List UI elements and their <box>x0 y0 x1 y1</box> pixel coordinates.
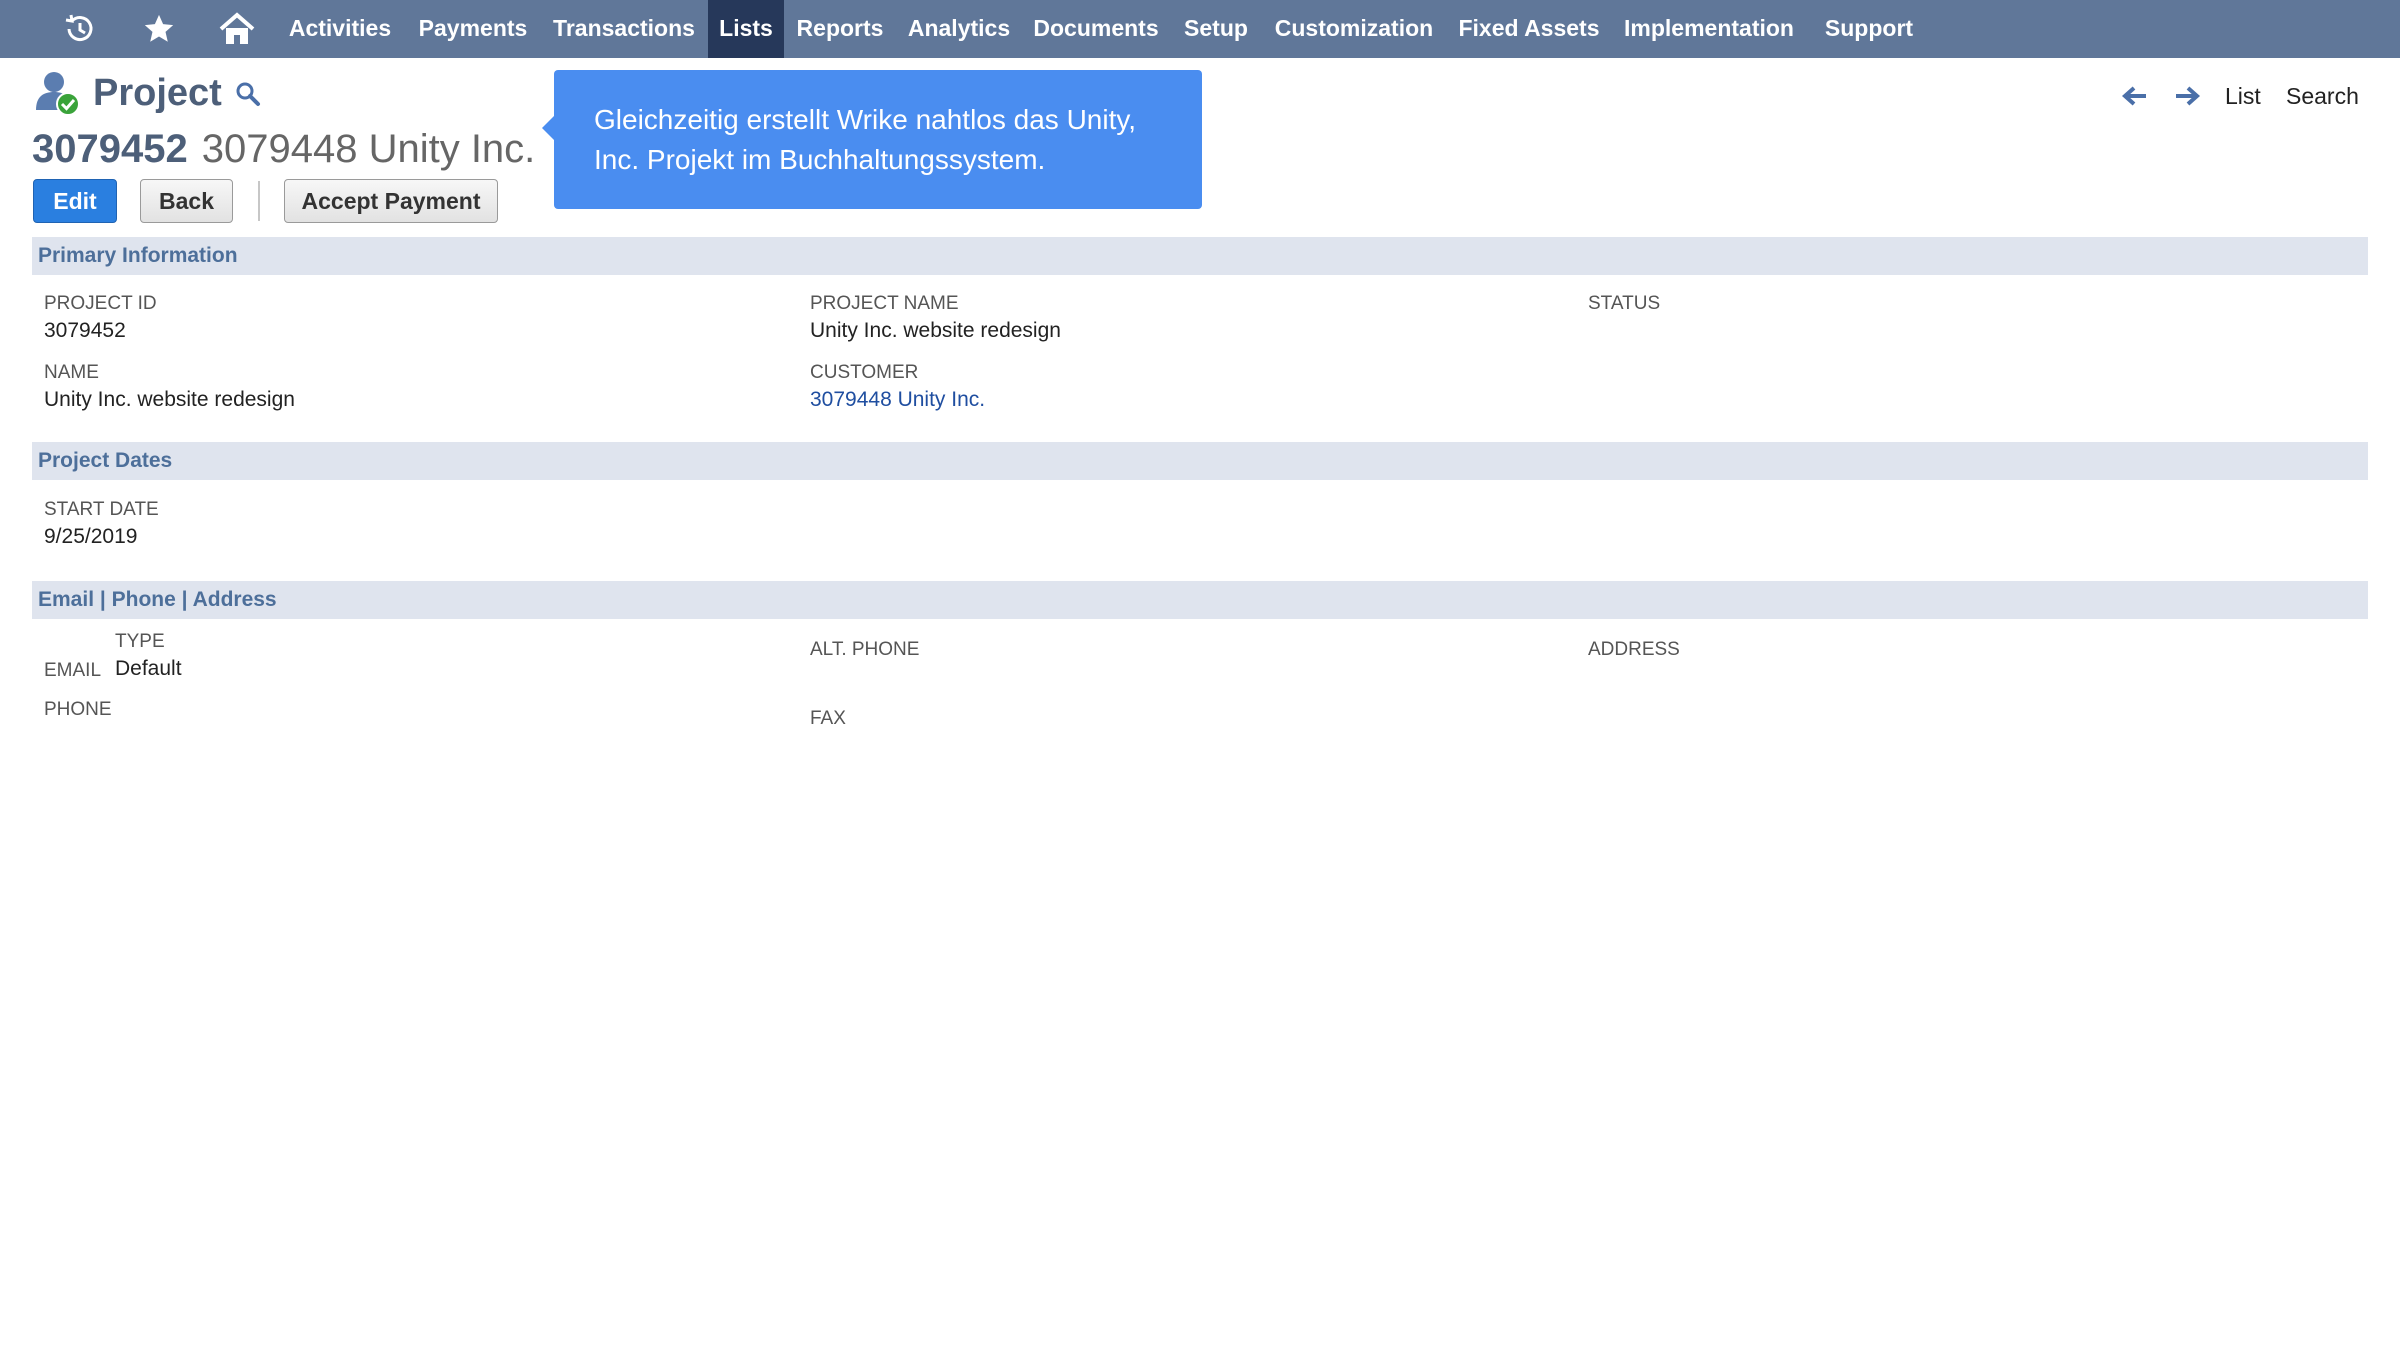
nav-customization[interactable]: Customization <box>1266 0 1442 58</box>
status-label: STATUS <box>1588 293 1661 314</box>
history-icon[interactable] <box>56 0 102 58</box>
address-label: ADDRESS <box>1588 639 1680 660</box>
top-navigation-bar: Activities Payments Transactions Lists R… <box>0 0 2400 58</box>
section-primary-information[interactable]: Primary Information <box>32 237 2368 275</box>
customer-label: CUSTOMER <box>810 362 919 383</box>
name-value: Unity Inc. website redesign <box>44 388 295 411</box>
record-name: 3079448 Unity Inc. <box>201 127 536 171</box>
project-id-value: 3079452 <box>44 319 126 342</box>
next-record-arrow-icon[interactable] <box>2174 78 2202 114</box>
page-title: Project <box>93 72 222 114</box>
phone-label: PHONE <box>44 699 112 720</box>
record-id: 3079452 <box>32 127 188 171</box>
email-type-value: Default <box>115 657 182 680</box>
star-icon[interactable] <box>136 0 182 58</box>
section-project-dates[interactable]: Project Dates <box>32 442 2368 480</box>
tooltip-line-2: Inc. Projekt im Buchhaltungssystem. <box>594 144 1046 175</box>
nav-transactions[interactable]: Transactions <box>546 0 702 58</box>
nav-documents[interactable]: Documents <box>1026 0 1166 58</box>
search-icon[interactable] <box>234 80 262 108</box>
nav-support[interactable]: Support <box>1810 0 1928 58</box>
home-icon[interactable] <box>214 0 260 58</box>
tooltip-line-1: Gleichzeitig erstellt Wrike nahtlos das … <box>594 104 1137 135</box>
email-type-label: TYPE <box>115 631 165 652</box>
nav-implementation[interactable]: Implementation <box>1616 0 1802 58</box>
tab-separator: | <box>99 588 106 611</box>
start-date-value: 9/25/2019 <box>44 525 138 548</box>
search-link[interactable]: Search <box>2286 78 2359 114</box>
nav-activities[interactable]: Activities <box>280 0 400 58</box>
tab-phone[interactable]: Phone <box>112 588 176 611</box>
nav-analytics[interactable]: Analytics <box>900 0 1018 58</box>
tab-separator: | <box>181 588 188 611</box>
accept-payment-button[interactable]: Accept Payment <box>284 179 498 223</box>
button-divider <box>258 181 260 221</box>
previous-record-arrow-icon[interactable] <box>2120 78 2148 114</box>
list-link[interactable]: List <box>2225 78 2261 114</box>
name-label: NAME <box>44 362 99 383</box>
email-label: EMAIL <box>44 660 102 681</box>
project-name-label: PROJECT NAME <box>810 293 959 314</box>
record-title: 3079452 3079448 Unity Inc. <box>32 124 535 174</box>
tab-email[interactable]: Email <box>38 588 94 611</box>
project-id-label: PROJECT ID <box>44 293 157 314</box>
back-button[interactable]: Back <box>140 179 233 223</box>
customer-link[interactable]: 3079448 Unity Inc. <box>810 388 985 412</box>
nav-setup[interactable]: Setup <box>1174 0 1258 58</box>
project-record-icon <box>32 70 82 118</box>
section-email-phone-address: Email | Phone | Address <box>32 581 2368 619</box>
nav-payments[interactable]: Payments <box>408 0 538 58</box>
start-date-label: START DATE <box>44 499 159 520</box>
project-name-value: Unity Inc. website redesign <box>810 319 1061 342</box>
edit-button[interactable]: Edit <box>33 179 117 223</box>
nav-reports[interactable]: Reports <box>790 0 890 58</box>
alt-phone-label: ALT. PHONE <box>810 639 920 660</box>
nav-lists[interactable]: Lists <box>708 0 784 58</box>
walkthrough-tooltip: Gleichzeitig erstellt Wrike nahtlos das … <box>542 70 1202 209</box>
fax-label: FAX <box>810 708 846 729</box>
nav-fixed-assets[interactable]: Fixed Assets <box>1450 0 1608 58</box>
tab-address[interactable]: Address <box>193 588 277 611</box>
